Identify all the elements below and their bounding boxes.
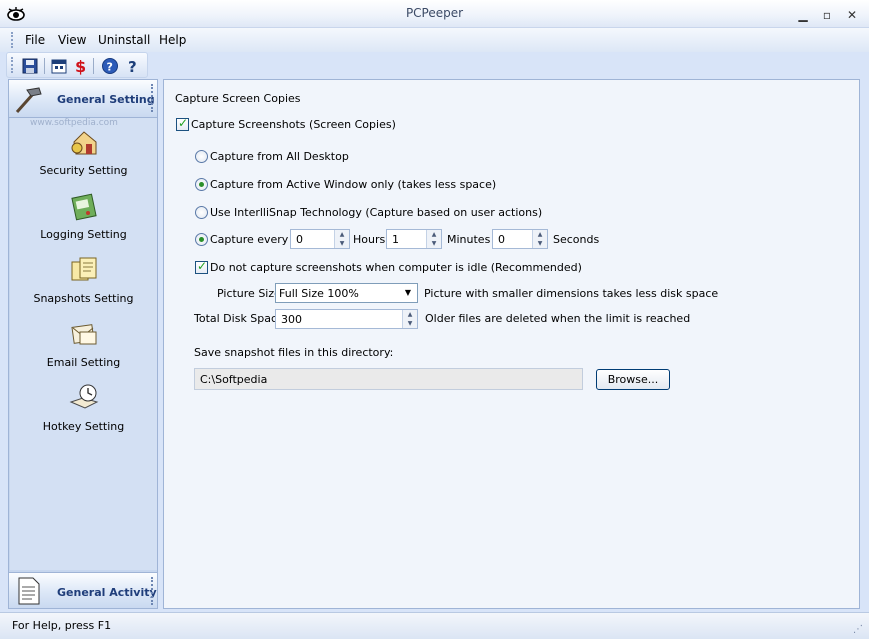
group-general-setting[interactable]: General Setting: [9, 80, 157, 118]
resize-grip-icon[interactable]: ⋰: [853, 624, 865, 636]
minutes-value[interactable]: 1: [392, 233, 399, 246]
menu-uninstall[interactable]: Uninstall: [98, 33, 150, 47]
window-title: PCPeeper: [405, 6, 464, 20]
hours-label: Hours: [353, 233, 386, 246]
sidebar-item-logging[interactable]: Logging Setting: [10, 190, 157, 250]
active-window-label[interactable]: Capture from Active Window only (takes l…: [210, 178, 496, 191]
sidebar-item-security[interactable]: Security Setting: [10, 126, 157, 186]
snapshots-icon: [71, 257, 97, 281]
disk-space-label: Total Disk Space: [194, 312, 284, 325]
all-desktop-label[interactable]: Capture from All Desktop: [210, 150, 349, 163]
general-activity-label: General Activity: [57, 586, 157, 599]
chevron-down-icon[interactable]: ▼: [400, 285, 416, 301]
disk-space-note: Older files are deleted when the limit i…: [425, 312, 691, 325]
sidebar-item-hotkey[interactable]: Hotkey Setting: [10, 382, 157, 442]
seconds-label: Seconds: [553, 233, 600, 246]
sidebar: General Setting www.softpedia.com Securi…: [8, 79, 158, 609]
hotkey-setting-label: Hotkey Setting: [42, 420, 125, 433]
radio-all-desktop[interactable]: [195, 150, 208, 163]
close-icon[interactable]: ✕: [845, 8, 859, 22]
house-lock-icon: [71, 131, 97, 155]
svg-text:?: ?: [128, 58, 137, 75]
idle-label[interactable]: Do not capture screenshots when computer…: [210, 261, 582, 274]
toolbar-grip[interactable]: [11, 57, 14, 73]
hours-spinner[interactable]: 0 ▲ ▼: [290, 229, 350, 249]
sidebar-item-email[interactable]: Email Setting: [10, 318, 157, 378]
document-icon: [18, 577, 40, 605]
menu-file[interactable]: File: [25, 33, 45, 47]
directory-value[interactable]: C:\Softpedia: [200, 373, 267, 386]
idle-checkbox[interactable]: [195, 259, 208, 274]
svg-text:$: $: [75, 57, 86, 75]
minutes-spin-buttons[interactable]: ▲ ▼: [426, 230, 441, 248]
svg-text:?: ?: [107, 61, 113, 74]
picture-size-label: Picture Size: [217, 287, 281, 300]
settings-panel: Capture Screen Copies Capture Screenshot…: [163, 79, 860, 609]
radio-intellisnap[interactable]: [195, 206, 208, 219]
directory-field[interactable]: C:\Softpedia: [194, 368, 583, 390]
dollar-icon[interactable]: $: [71, 57, 89, 75]
capture-screenshots-label[interactable]: Capture Screenshots (Screen Copies): [191, 118, 396, 131]
hours-value[interactable]: 0: [296, 233, 303, 246]
notepad-icon: [71, 193, 97, 221]
seconds-spinner[interactable]: 0 ▲ ▼: [492, 229, 548, 249]
group-grip-bottom: [151, 577, 153, 605]
minutes-spinner[interactable]: 1 ▲ ▼: [386, 229, 442, 249]
menu-grip[interactable]: [11, 32, 14, 48]
radio-capture-every[interactable]: [195, 233, 208, 246]
maximize-icon[interactable]: ▫: [820, 8, 834, 22]
intellisnap-label[interactable]: Use InterlliSnap Technology (Capture bas…: [210, 206, 542, 219]
menu-view[interactable]: View: [58, 33, 86, 47]
settings-list: www.softpedia.com Security Setting Loggi…: [10, 118, 157, 570]
question-icon[interactable]: ?: [124, 57, 142, 75]
radio-active-window[interactable]: [195, 178, 208, 191]
disk-space-value[interactable]: 300: [281, 313, 302, 326]
seconds-value[interactable]: 0: [498, 233, 505, 246]
title-bar: PCPeeper ▁ ▫ ✕: [0, 0, 869, 28]
minimize-icon[interactable]: ▁: [796, 8, 810, 22]
sidebar-item-snapshots[interactable]: Snapshots Setting: [10, 254, 157, 314]
general-setting-label: General Setting: [57, 93, 155, 106]
status-bar: For Help, press F1 ⋰: [0, 612, 869, 639]
save-icon[interactable]: [21, 57, 39, 75]
seconds-spin-buttons[interactable]: ▲ ▼: [532, 230, 547, 248]
browse-button[interactable]: Browse...: [596, 369, 670, 390]
toolbar: $ ? ?: [6, 52, 148, 78]
email-setting-label: Email Setting: [46, 356, 121, 369]
picture-size-note: Picture with smaller dimensions takes le…: [424, 287, 719, 300]
security-setting-label: Security Setting: [39, 164, 128, 177]
hammer-icon: [15, 87, 42, 113]
calendar-icon[interactable]: [50, 57, 68, 75]
envelope-icon: [71, 324, 97, 345]
section-title: Capture Screen Copies: [175, 92, 301, 105]
snapshots-setting-label: Snapshots Setting: [33, 292, 134, 305]
picture-size-dropdown[interactable]: Full Size 100% ▼: [275, 283, 418, 303]
picture-size-value[interactable]: Full Size 100%: [279, 287, 359, 300]
disk-space-spinner[interactable]: 300 ▲ ▼: [275, 309, 418, 329]
group-general-activity[interactable]: General Activity: [9, 572, 157, 608]
directory-label: Save snapshot files in this directory:: [194, 346, 394, 359]
clock-book-icon: [69, 384, 99, 409]
minutes-label: Minutes: [447, 233, 491, 246]
disk-space-spin-buttons[interactable]: ▲ ▼: [402, 310, 417, 328]
group-grip: [151, 84, 153, 112]
menu-help[interactable]: Help: [159, 33, 186, 47]
help-circle-icon[interactable]: ?: [101, 57, 119, 75]
menu-bar: File View Uninstall Help: [0, 28, 869, 52]
capture-screenshots-checkbox[interactable]: [176, 116, 189, 131]
status-text: For Help, press F1: [12, 619, 112, 632]
capture-every-label[interactable]: Capture every: [210, 233, 288, 246]
logging-setting-label: Logging Setting: [40, 228, 127, 241]
hours-spin-buttons[interactable]: ▲ ▼: [334, 230, 349, 248]
